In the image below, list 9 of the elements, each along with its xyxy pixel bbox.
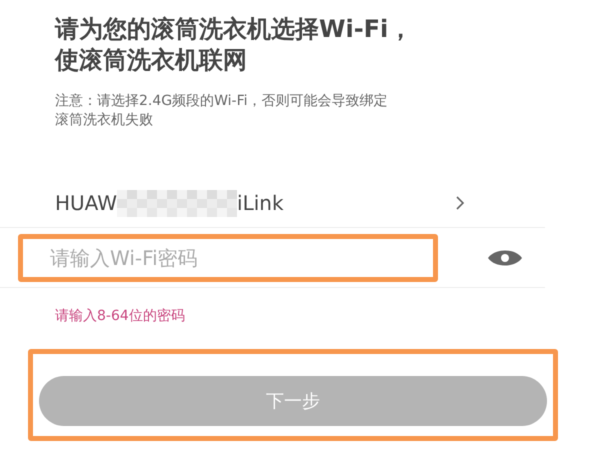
network-name: HUAW — [55, 190, 118, 217]
eye-icon[interactable] — [487, 248, 523, 268]
hint-text: 请输入8-64位的密码 — [55, 307, 186, 326]
notice-text: 注意：请选择2.4G频段的Wi-Fi，否则可能会导致绑定滚筒洗衣机失败 — [55, 92, 389, 130]
chevron-right-icon — [455, 194, 465, 211]
page-title: 请为您的滚筒洗衣机选择Wi-Fi，使滚筒洗衣机联网 — [55, 14, 414, 76]
network-row[interactable]: HUAW iLink — [0, 178, 545, 228]
network-name: iLink — [237, 190, 284, 217]
password-field[interactable]: 请输入Wi-Fi密码 — [18, 234, 438, 282]
